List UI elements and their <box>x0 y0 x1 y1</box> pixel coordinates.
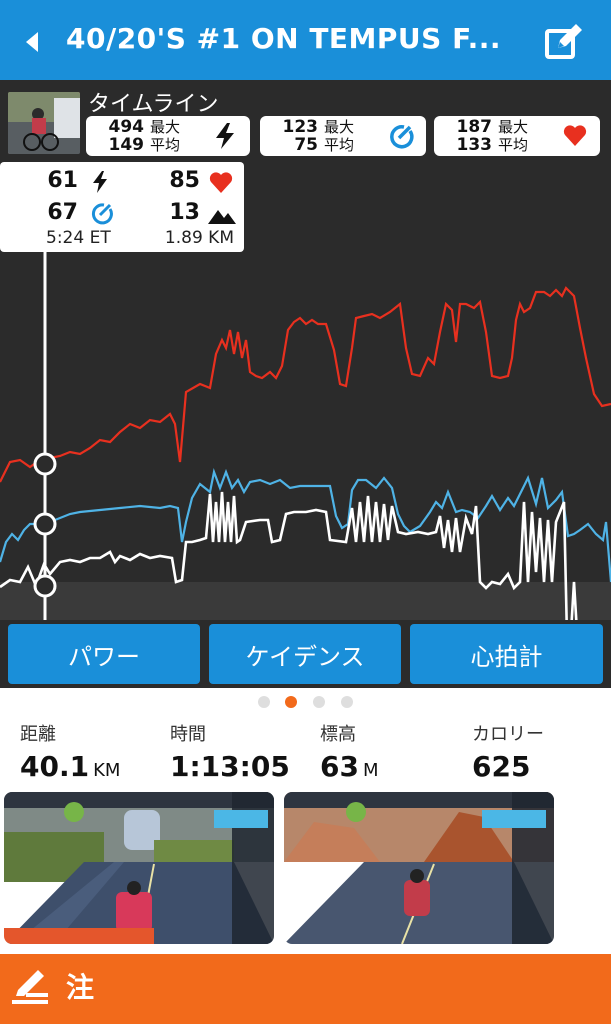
time-label: 時間 <box>170 724 206 745</box>
power-max-value: 494 <box>108 117 145 137</box>
distance-label: 距離 <box>20 724 56 745</box>
elevation-value: 63 <box>320 750 359 783</box>
elevation-area <box>0 582 611 620</box>
note-bar[interactable]: 注 <box>0 954 611 1024</box>
mountain-icon <box>208 210 236 224</box>
ride-screenshot[interactable] <box>4 792 274 944</box>
power-max-label: 最大 <box>150 118 181 136</box>
readout-power-value: 61 <box>47 168 78 193</box>
heart-stat-box: 187 133 最大 平均 <box>434 116 600 156</box>
page-indicator <box>0 692 611 708</box>
power-avg-label: 平均 <box>150 136 181 154</box>
cadence-cursor-marker <box>33 512 57 536</box>
cadence-max-label: 最大 <box>324 118 355 136</box>
calories-value: 625 <box>472 750 531 783</box>
readout-distance: 1.89 KM <box>164 228 234 248</box>
time-stat: 時間 1:13:05 <box>170 720 290 783</box>
heart-avg-label: 平均 <box>498 136 529 154</box>
page-dot[interactable] <box>258 696 270 708</box>
metric-tabs: パワー ケイデンス 心拍計 <box>0 624 611 688</box>
note-label: 注 <box>66 971 95 1004</box>
heart-icon <box>209 172 233 193</box>
cadence-stat-box: 123 75 最大 平均 <box>260 116 426 156</box>
back-chevron-icon[interactable] <box>20 26 44 58</box>
power-cursor-marker <box>33 574 57 598</box>
tab-heart-rate[interactable]: 心拍計 <box>410 624 603 684</box>
readout-elevation-value: 13 <box>169 200 200 225</box>
page-dot[interactable] <box>313 696 325 708</box>
heart-max-label: 最大 <box>498 118 529 136</box>
activity-thumbnail[interactable] <box>8 92 80 154</box>
top-bar: 40/20'S #1 ON TEMPUS F... <box>0 0 611 80</box>
distance-value: 40.1 <box>20 750 90 783</box>
readout-heart-value: 85 <box>169 168 200 193</box>
lightning-icon <box>93 171 107 193</box>
heart-avg-value: 133 <box>456 135 493 155</box>
ride-screenshot[interactable] <box>284 792 554 944</box>
page-dot[interactable] <box>341 696 353 708</box>
tab-power[interactable]: パワー <box>8 624 200 684</box>
elevation-unit: M <box>362 760 379 781</box>
heart-max-value: 187 <box>456 117 493 137</box>
distance-stat: 距離 40.1 KM <box>20 720 120 783</box>
calories-label: カロリー <box>472 724 544 745</box>
time-value: 1:13:05 <box>170 750 290 783</box>
power-avg-value: 149 <box>108 135 145 155</box>
calories-stat: カロリー 625 <box>472 720 544 783</box>
tab-cadence[interactable]: ケイデンス <box>209 624 401 684</box>
write-icon <box>12 970 48 1004</box>
cadence-avg-value: 75 <box>294 135 318 155</box>
heart-icon <box>563 125 587 146</box>
elevation-stat: 標高 63 M <box>320 720 379 783</box>
power-stat-box: 494 149 最大 平均 <box>86 116 250 156</box>
cadence-gauge-icon <box>91 203 113 225</box>
elevation-label: 標高 <box>320 724 356 745</box>
heart-cursor-marker <box>33 452 57 476</box>
lightning-icon <box>216 123 234 149</box>
readout-cadence-value: 67 <box>47 200 78 225</box>
activity-title: 40/20'S #1 ON TEMPUS F... <box>66 22 502 55</box>
readout-time: 5:24 ET <box>46 228 111 248</box>
edit-icon[interactable] <box>544 22 584 62</box>
cadence-avg-label: 平均 <box>324 136 355 154</box>
distance-unit: KM <box>93 760 121 781</box>
cadence-max-value: 123 <box>282 117 319 137</box>
timeline-label: タイムライン <box>88 92 219 117</box>
page-dot-active[interactable] <box>285 696 297 708</box>
cadence-gauge-icon <box>390 125 414 149</box>
timeline-panel: タイムライン 494 149 最大 平均 123 75 最大 平均 187 13… <box>0 80 611 688</box>
cursor-readout: 61 85 67 13 5:24 ET 1.89 KM <box>0 162 244 252</box>
